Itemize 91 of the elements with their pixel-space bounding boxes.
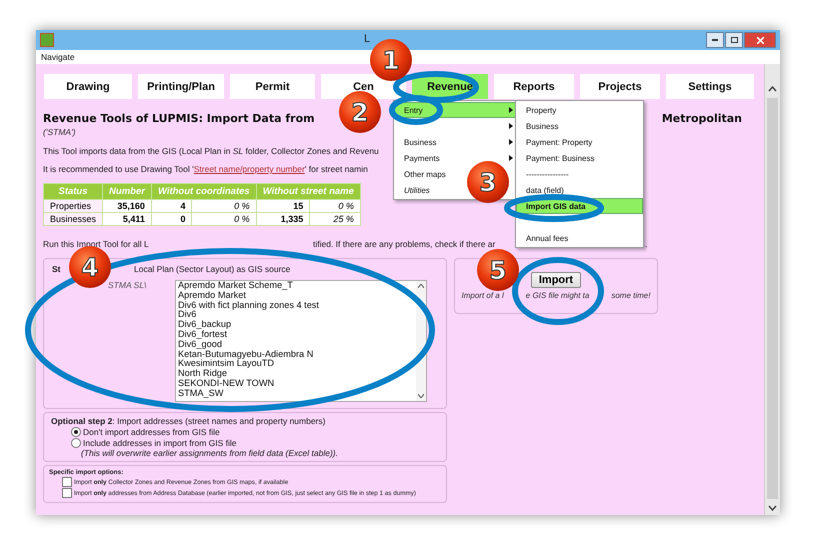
list-item[interactable]: STMA_SW xyxy=(178,388,224,399)
menu-item[interactable]: Business xyxy=(404,138,436,146)
menu-item[interactable]: Navigate xyxy=(41,52,75,62)
menu-item[interactable]: Business xyxy=(516,118,643,134)
recommendation-text: ' for street namin xyxy=(304,164,368,174)
submenu-arrow-icon[interactable] xyxy=(509,123,513,129)
minimize-icon xyxy=(712,39,718,41)
list-item[interactable]: Div6_good xyxy=(178,340,222,350)
menu-item[interactable]: ---------------- xyxy=(516,166,643,182)
table-cell: 0 % xyxy=(192,212,256,226)
table-cell: 4 xyxy=(151,200,192,212)
list-item[interactable]: Ketan-Butumagyebu-Adiembra N xyxy=(178,350,314,360)
list-item[interactable]: SEKONDI-NEW TOWN xyxy=(178,378,274,389)
page-heading: Revenue Tools of LUPMIS: Import Data from xyxy=(43,112,315,125)
table-cell: 0 xyxy=(151,212,192,226)
table-cell: 25 % xyxy=(310,212,360,226)
app-icon xyxy=(40,33,54,47)
list-item[interactable]: Div6 xyxy=(178,310,196,320)
checkbox[interactable] xyxy=(62,477,72,487)
radio-button[interactable] xyxy=(71,438,81,448)
list-item[interactable]: Kwesimintsim LayouTD xyxy=(178,359,274,370)
numbered-marker: 1 xyxy=(370,39,412,81)
scrollbar[interactable] xyxy=(764,64,780,515)
submenu-arrow-icon[interactable] xyxy=(509,107,513,113)
district-subtitle: ('STMA') xyxy=(43,127,76,137)
drawing-tool-link[interactable]: Street name/property number xyxy=(194,164,305,174)
step-title: Local Plan (Sector Layout) as GIS source xyxy=(134,264,290,274)
menu-item[interactable]: Payment: Property xyxy=(516,134,643,150)
import-note: Import of a l xyxy=(462,291,504,300)
column-header: Without coordinates xyxy=(151,184,256,200)
tab[interactable]: Permit xyxy=(230,74,315,99)
table-cell: 5,411 xyxy=(102,212,152,226)
menu-item[interactable]: Annual fees xyxy=(516,230,643,246)
list-item[interactable]: Div6 with fict planning zones 4 test xyxy=(178,300,319,310)
list-item[interactable]: Div6_backup xyxy=(178,320,232,330)
menu-item[interactable]: Payments xyxy=(404,154,440,162)
menu-item[interactable]: Other maps xyxy=(404,170,446,178)
column-header: Without street name xyxy=(256,184,360,200)
recommendation-text: It is recommended to use Drawing Tool ' xyxy=(43,164,194,174)
intro-text: This Tool imports data from the GIS (Local Plan in SL folder, Collector Zones and Revenu xyxy=(43,146,379,156)
window-title: L xyxy=(364,33,370,45)
table-cell: 0 % xyxy=(310,200,360,212)
table-cell: 15 xyxy=(256,200,310,212)
table-cell: 35,160 xyxy=(102,200,152,212)
menu-item[interactable]: Property xyxy=(516,102,643,118)
checkbox[interactable] xyxy=(62,488,72,498)
menu-item[interactable]: data (field) xyxy=(516,182,643,198)
radio-option[interactable]: Include addresses in import from GIS file xyxy=(71,438,237,448)
close-button[interactable] xyxy=(744,32,776,48)
table-cell: 0 % xyxy=(192,200,256,212)
table-cell: Properties xyxy=(44,200,103,212)
tab[interactable]: Drawing xyxy=(44,74,132,99)
list-item[interactable]: Apremdo Market Scheme_T xyxy=(178,281,293,291)
step-title: St xyxy=(52,264,60,274)
menu-item[interactable]: Utilities xyxy=(404,186,430,194)
scroll-up-icon[interactable] xyxy=(768,86,777,92)
close-icon xyxy=(756,36,764,44)
numbered-marker: 3 xyxy=(467,161,509,203)
list-item[interactable]: North Ridge xyxy=(178,369,228,379)
scroll-up-icon[interactable] xyxy=(418,284,424,288)
submenu-arrow-icon[interactable] xyxy=(509,155,513,161)
maximize-button[interactable] xyxy=(725,32,743,48)
scroll-down-icon[interactable] xyxy=(768,505,777,511)
step-title: Optional step 2: Import addresses (street names and property numbers) xyxy=(51,416,326,426)
page-heading: Metropolitan xyxy=(662,112,742,125)
file-list[interactable] xyxy=(175,280,427,402)
instruction-text: tified. If there are any problems, check if there ar xyxy=(313,239,496,249)
overwrite-note: (This will overwrite earlier assignments from field data (Excel table)). xyxy=(81,448,338,458)
table-cell: 1,335 xyxy=(256,212,310,226)
import-note: e GIS file might ta xyxy=(526,291,590,300)
list-item[interactable]: Apremdo Market xyxy=(178,290,246,301)
submenu-arrow-icon[interactable] xyxy=(509,139,513,145)
radio-button[interactable] xyxy=(71,427,81,437)
column-header: Status xyxy=(44,184,103,200)
table-cell: Businesses xyxy=(44,212,103,226)
numbered-marker: 2 xyxy=(339,91,381,133)
radio-option[interactable]: Don't import addresses from GIS file xyxy=(71,427,220,437)
import-note: some time! xyxy=(611,291,650,300)
instruction-text: . xyxy=(645,239,648,249)
numbered-marker: 5 xyxy=(477,249,519,291)
column-header: Number xyxy=(102,184,152,200)
list-item[interactable]: Div6_fortest xyxy=(178,330,228,340)
menu-item[interactable]: Payment: Business xyxy=(516,150,643,166)
maximize-icon xyxy=(730,37,738,43)
tab[interactable]: Settings xyxy=(666,74,754,99)
tab[interactable]: Printing/Plan xyxy=(138,74,224,99)
scroll-down-icon[interactable] xyxy=(418,394,424,398)
import-button[interactable]: Import xyxy=(530,272,582,288)
minimize-button[interactable] xyxy=(706,32,724,48)
tab[interactable]: Projects xyxy=(580,74,660,99)
tab[interactable]: Reports xyxy=(494,74,574,99)
